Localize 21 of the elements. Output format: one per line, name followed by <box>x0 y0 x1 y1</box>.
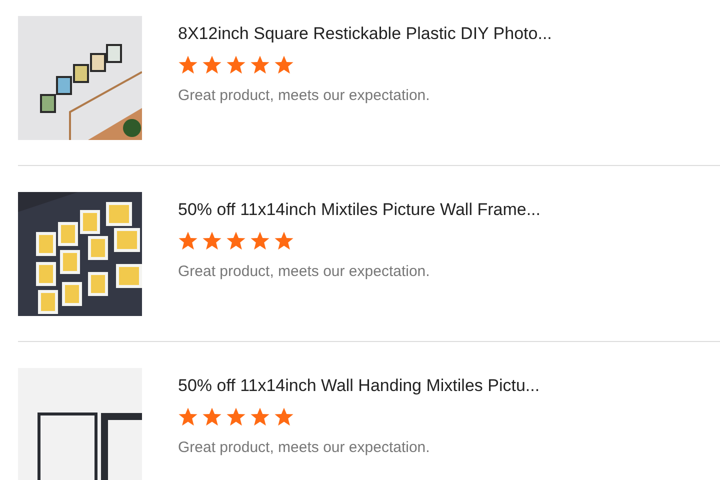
product-title[interactable]: 50% off 11x14inch Mixtiles Picture Wall Frame... <box>178 200 540 220</box>
product-title[interactable]: 50% off 11x14inch Wall Handing Mixtiles Pictu... <box>178 376 540 396</box>
star-icon <box>226 407 246 427</box>
star-icon <box>202 231 222 251</box>
star-icon <box>178 55 198 75</box>
star-icon <box>250 407 270 427</box>
review-text: Great product, meets our expectation. <box>178 263 431 280</box>
star-icon <box>274 231 294 251</box>
product-title[interactable]: 8X12inch Square Restickable Plastic DIY Photo... <box>178 24 552 44</box>
star-icon <box>274 55 294 75</box>
star-icon <box>202 407 222 427</box>
review-text: Great product, meets our expectation. <box>178 439 431 456</box>
star-icon <box>226 55 246 75</box>
star-icon <box>274 407 294 427</box>
star-icon <box>178 231 198 251</box>
star-icon <box>178 407 198 427</box>
star-icon <box>250 231 270 251</box>
star-icon <box>226 231 246 251</box>
star-icon <box>202 55 222 75</box>
star-icon <box>250 55 270 75</box>
review-text: Great product, meets our expectation. <box>178 87 431 104</box>
